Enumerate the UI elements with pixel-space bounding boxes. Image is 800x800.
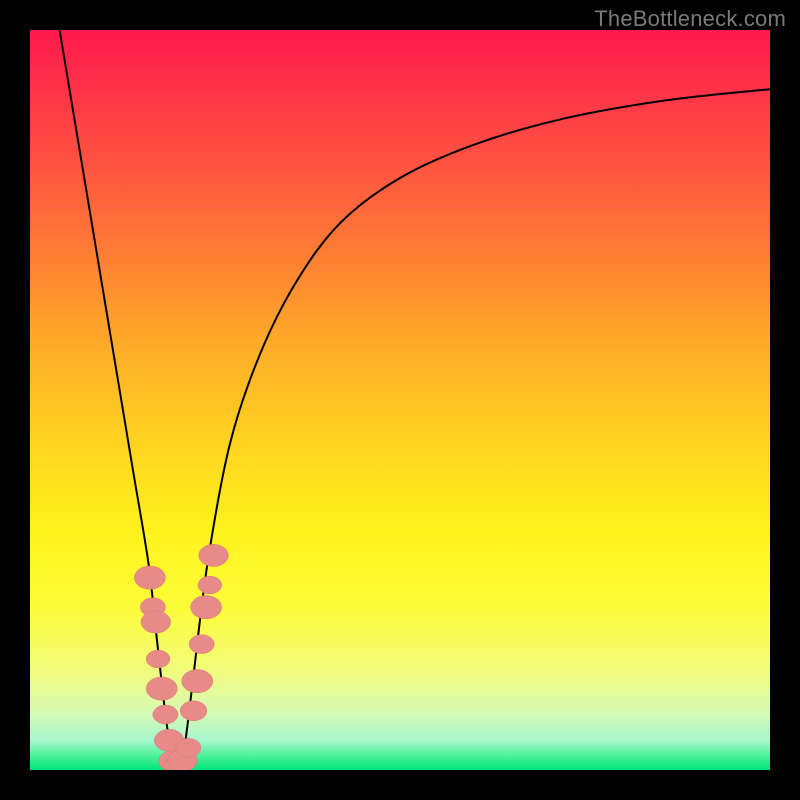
highlight-markers xyxy=(134,544,228,770)
chart-frame: TheBottleneck.com xyxy=(0,0,800,800)
marker-point xyxy=(199,544,229,566)
watermark-text: TheBottleneck.com xyxy=(594,6,786,32)
marker-point xyxy=(180,701,207,721)
marker-point xyxy=(153,705,178,724)
marker-point xyxy=(146,650,170,668)
marker-point xyxy=(134,566,165,589)
chart-plot-area xyxy=(30,30,770,770)
marker-point xyxy=(198,576,222,594)
marker-point xyxy=(146,677,177,700)
chart-svg xyxy=(30,30,770,770)
marker-point xyxy=(189,635,214,654)
marker-point xyxy=(141,611,171,633)
marker-point xyxy=(191,596,222,619)
marker-point xyxy=(182,670,213,693)
marker-point xyxy=(176,738,201,757)
